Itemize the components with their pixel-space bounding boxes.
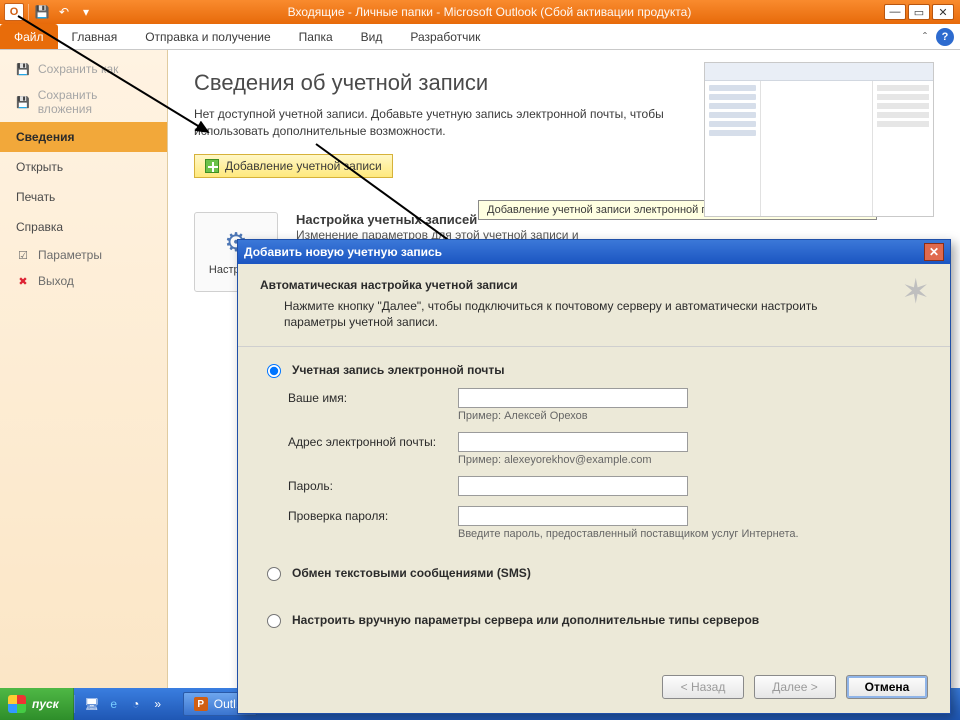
save-as-icon: 💾 (16, 62, 30, 76)
backstage-sidebar: 💾 Сохранить как 💾 Сохранить вложения Сведе… (0, 50, 168, 688)
option-email-label: Учетная запись электронной почты (292, 363, 505, 377)
ql-browser-icon[interactable]: e (105, 695, 123, 713)
minimize-button[interactable]: — (884, 4, 906, 20)
row-password: Пароль: (288, 476, 928, 496)
label-email: Адрес электронной почты: (288, 435, 458, 449)
close-button[interactable]: ✕ (932, 4, 954, 20)
ql-more-icon[interactable]: » (149, 695, 167, 713)
save-icon[interactable]: 💾 (33, 3, 51, 21)
option-sms[interactable]: Обмен текстовыми сообщениями (SMS) (262, 564, 928, 581)
input-name[interactable] (458, 388, 688, 408)
outlook-task-icon: P (194, 697, 208, 711)
window-title: Входящие - Личные папки - Microsoft Outl… (95, 5, 884, 19)
input-password[interactable] (458, 476, 688, 496)
option-manual-label: Настроить вручную параметры сервера или … (292, 613, 759, 627)
sidebar-print[interactable]: Печать (0, 182, 167, 212)
sidebar-options-label: Параметры (38, 248, 102, 262)
plus-icon (205, 159, 219, 173)
windows-logo-icon (8, 695, 26, 713)
exit-icon: ✖ (16, 274, 30, 288)
sidebar-info[interactable]: Сведения (0, 122, 167, 152)
sidebar-save-attachments: 💾 Сохранить вложения (0, 82, 167, 122)
help-icon[interactable]: ? (936, 28, 954, 46)
hint-name: Пример: Алексей Орехов (458, 410, 928, 422)
tab-file[interactable]: Файл (0, 24, 58, 49)
back-button: < Назад (662, 675, 744, 699)
sidebar-help[interactable]: Справка (0, 212, 167, 242)
row-email: Адрес электронной почты: (288, 432, 928, 452)
undo-icon[interactable]: ↶ (55, 3, 73, 21)
tab-home[interactable]: Главная (58, 24, 132, 49)
option-manual-radio[interactable] (267, 614, 281, 628)
save-attach-icon: 💾 (16, 95, 30, 109)
info-subtext: Нет доступной учетной записи. Добавьте у… (194, 106, 664, 140)
tab-view[interactable]: Вид (347, 24, 397, 49)
title-bar: O 💾 ↶ ▾ Входящие - Личные папки - Micros… (0, 0, 960, 24)
qat-separator (28, 4, 29, 20)
label-password: Пароль: (288, 479, 458, 493)
input-email[interactable] (458, 432, 688, 452)
quick-access-toolbar: O 💾 ↶ ▾ (0, 3, 95, 21)
dialog-close-button[interactable]: ✕ (924, 243, 944, 261)
office-button-letter: O (10, 6, 19, 18)
start-button[interactable]: пуск (0, 688, 74, 720)
dialog-buttons: < Назад Далее > Отмена (662, 675, 928, 699)
maximize-button[interactable]: ▭ (908, 4, 930, 20)
dialog-separator (238, 346, 950, 347)
ribbon-minimize-icon[interactable]: ˆ (920, 30, 936, 44)
sidebar-save-as: 💾 Сохранить как (0, 56, 167, 82)
row-name: Ваше имя: (288, 388, 928, 408)
ql-icon-1[interactable]: 🖥 (83, 695, 101, 713)
wizard-icon: ✶ (902, 272, 931, 312)
account-preview (704, 62, 934, 217)
next-button: Далее > (754, 675, 836, 699)
quick-launch: 🖥 e ◔ » (74, 695, 175, 713)
option-manual[interactable]: Настроить вручную параметры сервера или … (262, 611, 928, 628)
sidebar-open[interactable]: Открыть (0, 152, 167, 182)
add-account-label: Добавление учетной записи (225, 159, 382, 173)
dialog-title: Добавить новую учетную запись (244, 245, 442, 259)
sidebar-save-as-label: Сохранить как (38, 62, 118, 76)
sidebar-exit[interactable]: ✖ Выход (0, 268, 167, 294)
cancel-button[interactable]: Отмена (846, 675, 928, 699)
start-label: пуск (32, 697, 59, 711)
dialog-heading: Автоматическая настройка учетной записи (260, 278, 928, 292)
ql-icon-3[interactable]: ◔ (127, 695, 145, 713)
option-email-radio[interactable] (267, 364, 281, 378)
option-email-account[interactable]: Учетная запись электронной почты (262, 361, 928, 378)
dialog-titlebar[interactable]: Добавить новую учетную запись ✕ (238, 240, 950, 264)
add-account-dialog: Добавить новую учетную запись ✕ Автомати… (237, 239, 951, 714)
tab-folder[interactable]: Папка (285, 24, 347, 49)
hint-email: Пример: alexeyorekhov@example.com (458, 454, 928, 466)
label-password2: Проверка пароля: (288, 509, 458, 523)
options-icon: ☑ (16, 248, 30, 262)
add-account-button[interactable]: Добавление учетной записи (194, 154, 393, 178)
option-sms-radio[interactable] (267, 567, 281, 581)
ribbon-tabs: Файл Главная Отправка и получение Папка … (0, 24, 960, 50)
window-buttons: — ▭ ✕ (884, 4, 960, 20)
option-sms-label: Обмен текстовыми сообщениями (SMS) (292, 566, 531, 580)
input-password-confirm[interactable] (458, 506, 688, 526)
dialog-description: Нажмите кнопку "Далее", чтобы подключить… (284, 298, 844, 330)
sidebar-save-attachments-label: Сохранить вложения (38, 88, 151, 116)
office-button[interactable]: O (4, 3, 24, 21)
row-password2: Проверка пароля: (288, 506, 928, 526)
tab-send-receive[interactable]: Отправка и получение (131, 24, 284, 49)
tab-developer[interactable]: Разработчик (396, 24, 494, 49)
label-name: Ваше имя: (288, 391, 458, 405)
qat-dropdown-icon[interactable]: ▾ (77, 3, 95, 21)
hint-password: Введите пароль, предоставленный поставщи… (458, 528, 928, 540)
sidebar-exit-label: Выход (38, 274, 74, 288)
sidebar-options[interactable]: ☑ Параметры (0, 242, 167, 268)
